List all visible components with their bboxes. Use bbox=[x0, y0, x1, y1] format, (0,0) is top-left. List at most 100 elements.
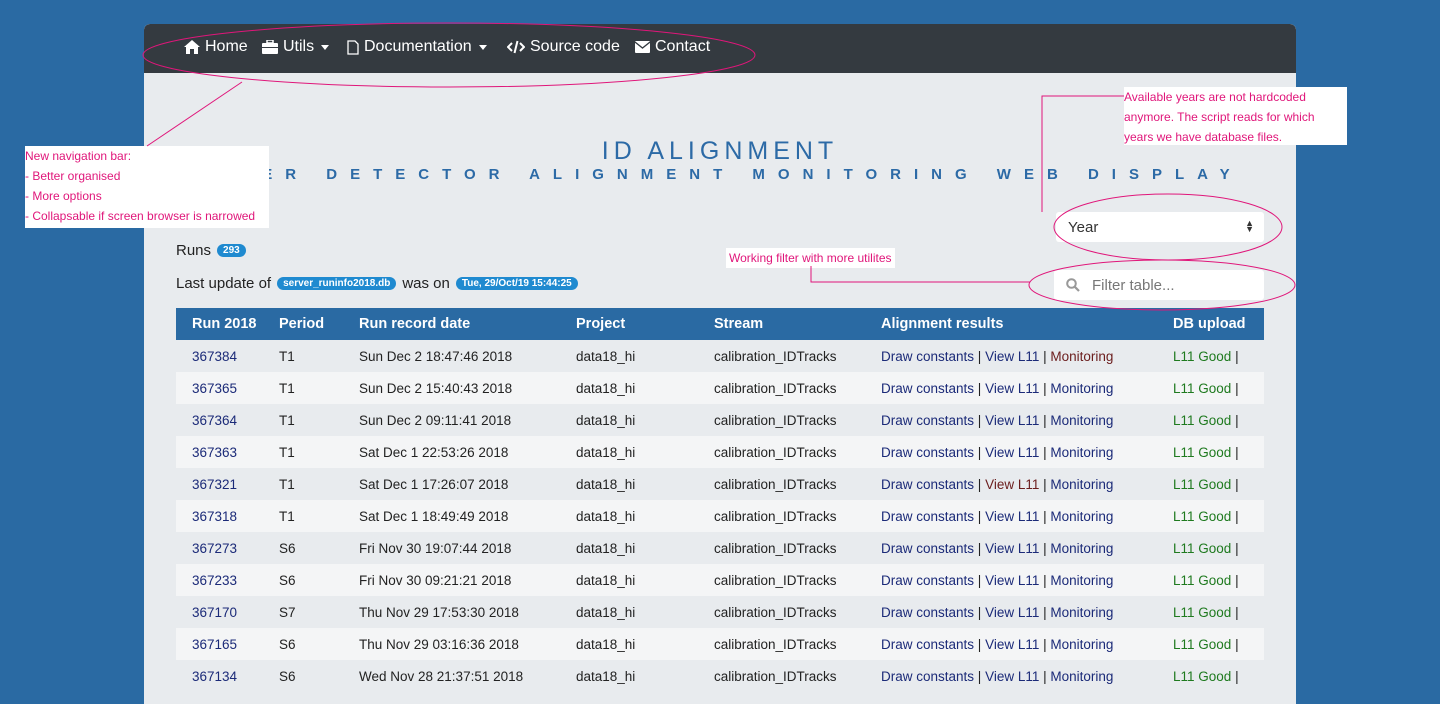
column-header[interactable]: DB upload bbox=[1173, 308, 1264, 340]
monitoring-link[interactable]: Monitoring bbox=[1050, 509, 1113, 524]
separator: | bbox=[1231, 380, 1239, 396]
date-cell: Fri Nov 30 09:21:21 2018 bbox=[359, 564, 576, 596]
view-l11-link[interactable]: View L11 bbox=[985, 381, 1039, 396]
code-icon bbox=[507, 40, 525, 54]
view-l11-link[interactable]: View L11 bbox=[985, 445, 1039, 460]
nav-utils-dropdown[interactable]: Utils bbox=[262, 38, 330, 56]
date-cell: Sat Dec 1 22:53:26 2018 bbox=[359, 436, 576, 468]
draw-constants-link[interactable]: Draw constants bbox=[881, 637, 974, 652]
date-cell: Sun Dec 2 09:11:41 2018 bbox=[359, 404, 576, 436]
run-cell: 367384 bbox=[176, 340, 279, 372]
column-header[interactable]: Alignment results bbox=[881, 308, 1173, 340]
run-link[interactable]: 367165 bbox=[192, 637, 237, 652]
nav-contact[interactable]: Contact bbox=[635, 38, 710, 56]
column-header[interactable]: Project bbox=[576, 308, 714, 340]
run-link[interactable]: 367365 bbox=[192, 381, 237, 396]
run-link[interactable]: 367233 bbox=[192, 573, 237, 588]
draw-constants-link[interactable]: Draw constants bbox=[881, 349, 974, 364]
separator: | bbox=[1039, 508, 1051, 524]
draw-constants-link[interactable]: Draw constants bbox=[881, 477, 974, 492]
monitoring-link[interactable]: Monitoring bbox=[1050, 605, 1113, 620]
run-cell: 367318 bbox=[176, 500, 279, 532]
table-row: 367170 S7 Thu Nov 29 17:53:30 2018 data18_h… bbox=[176, 596, 1264, 628]
draw-constants-link[interactable]: Draw constants bbox=[881, 381, 974, 396]
view-l11-link[interactable]: View L11 bbox=[985, 349, 1039, 364]
run-link[interactable]: 367363 bbox=[192, 445, 237, 460]
run-link[interactable]: 367170 bbox=[192, 605, 237, 620]
view-l11-link[interactable]: View L11 bbox=[985, 669, 1039, 684]
separator: | bbox=[1231, 572, 1239, 588]
run-link[interactable]: 367321 bbox=[192, 477, 237, 492]
run-link[interactable]: 367384 bbox=[192, 349, 237, 364]
separator: | bbox=[974, 572, 986, 588]
separator: | bbox=[974, 540, 986, 556]
monitoring-link[interactable]: Monitoring bbox=[1050, 381, 1113, 396]
run-link[interactable]: 367273 bbox=[192, 541, 237, 556]
view-l11-link[interactable]: View L11 bbox=[985, 541, 1039, 556]
l11-good-link[interactable]: L11 Good bbox=[1173, 509, 1231, 524]
draw-constants-link[interactable]: Draw constants bbox=[881, 573, 974, 588]
separator: | bbox=[1039, 412, 1051, 428]
nav-source-code[interactable]: Source code bbox=[507, 38, 620, 56]
run-link[interactable]: 367134 bbox=[192, 669, 237, 684]
table-row: 367365 T1 Sun Dec 2 15:40:43 2018 data18_hi… bbox=[176, 372, 1264, 404]
l11-good-link[interactable]: L11 Good bbox=[1173, 349, 1231, 364]
filter-input[interactable] bbox=[1090, 275, 1254, 295]
year-select[interactable]: Year ▲ ▼ bbox=[1056, 212, 1264, 242]
project-cell: data18_hi bbox=[576, 660, 714, 692]
alignment-results-cell: Draw constants | View L11 | Monitoring bbox=[881, 532, 1173, 564]
period-cell: S6 bbox=[279, 532, 359, 564]
view-l11-link[interactable]: View L11 bbox=[985, 477, 1039, 492]
l11-good-link[interactable]: L11 Good bbox=[1173, 413, 1231, 428]
view-l11-link[interactable]: View L11 bbox=[985, 573, 1039, 588]
view-l11-link[interactable]: View L11 bbox=[985, 509, 1039, 524]
draw-constants-link[interactable]: Draw constants bbox=[881, 445, 974, 460]
l11-good-link[interactable]: L11 Good bbox=[1173, 541, 1231, 556]
view-l11-link[interactable]: View L11 bbox=[985, 413, 1039, 428]
draw-constants-link[interactable]: Draw constants bbox=[881, 413, 974, 428]
separator: | bbox=[1039, 348, 1051, 364]
monitoring-link[interactable]: Monitoring bbox=[1050, 413, 1113, 428]
l11-good-link[interactable]: L11 Good bbox=[1173, 637, 1231, 652]
project-cell: data18_hi bbox=[576, 564, 714, 596]
monitoring-link[interactable]: Monitoring bbox=[1050, 477, 1113, 492]
column-header[interactable]: Run 2018 bbox=[176, 308, 279, 340]
date-cell: Sat Dec 1 18:49:49 2018 bbox=[359, 500, 576, 532]
draw-constants-link[interactable]: Draw constants bbox=[881, 541, 974, 556]
column-header[interactable]: Stream bbox=[714, 308, 881, 340]
column-header[interactable]: Period bbox=[279, 308, 359, 340]
monitoring-link[interactable]: Monitoring bbox=[1050, 573, 1113, 588]
file-icon bbox=[347, 39, 359, 55]
annotation-line: anymore. The script reads for which bbox=[1124, 110, 1315, 124]
run-link[interactable]: 367318 bbox=[192, 509, 237, 524]
db-upload-cell: L11 Good | bbox=[1173, 340, 1264, 372]
search-icon bbox=[1066, 278, 1080, 292]
table-row: 367165 S6 Thu Nov 29 03:16:36 2018 data18_h… bbox=[176, 628, 1264, 660]
l11-good-link[interactable]: L11 Good bbox=[1173, 445, 1231, 460]
view-l11-link[interactable]: View L11 bbox=[985, 605, 1039, 620]
monitoring-link[interactable]: Monitoring bbox=[1050, 445, 1113, 460]
l11-good-link[interactable]: L11 Good bbox=[1173, 381, 1231, 396]
view-l11-link[interactable]: View L11 bbox=[985, 637, 1039, 652]
draw-constants-link[interactable]: Draw constants bbox=[881, 669, 974, 684]
draw-constants-link[interactable]: Draw constants bbox=[881, 605, 974, 620]
db-upload-cell: L11 Good | bbox=[1173, 532, 1264, 564]
nav-home[interactable]: Home bbox=[184, 38, 248, 56]
l11-good-link[interactable]: L11 Good bbox=[1173, 605, 1231, 620]
separator: | bbox=[1039, 380, 1051, 396]
nav-home-label: Home bbox=[205, 38, 248, 55]
column-header[interactable]: Run record date bbox=[359, 308, 576, 340]
monitoring-link[interactable]: Monitoring bbox=[1050, 669, 1113, 684]
l11-good-link[interactable]: L11 Good bbox=[1173, 477, 1231, 492]
draw-constants-link[interactable]: Draw constants bbox=[881, 509, 974, 524]
run-link[interactable]: 367364 bbox=[192, 413, 237, 428]
monitoring-link[interactable]: Monitoring bbox=[1050, 541, 1113, 556]
table-row: 367363 T1 Sat Dec 1 22:53:26 2018 data18_hi… bbox=[176, 436, 1264, 468]
nav-documentation-dropdown[interactable]: Documentation bbox=[347, 38, 487, 56]
l11-good-link[interactable]: L11 Good bbox=[1173, 669, 1231, 684]
l11-good-link[interactable]: L11 Good bbox=[1173, 573, 1231, 588]
monitoring-link[interactable]: Monitoring bbox=[1050, 349, 1113, 364]
monitoring-link[interactable]: Monitoring bbox=[1050, 637, 1113, 652]
stream-cell: calibration_IDTracks bbox=[714, 372, 881, 404]
separator: | bbox=[1039, 540, 1051, 556]
